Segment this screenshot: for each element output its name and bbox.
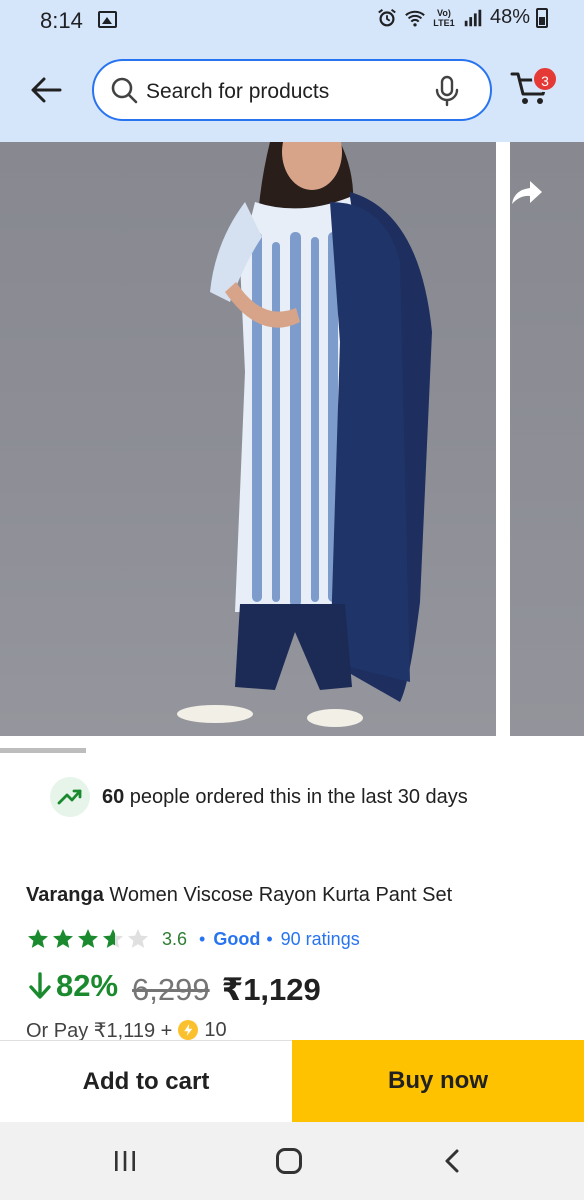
original-price: 6,299 bbox=[132, 972, 210, 1007]
search-icon bbox=[111, 77, 138, 104]
orders-text: 60 people ordered this in the last 30 da… bbox=[102, 786, 468, 809]
cart-count-badge: 3 bbox=[532, 66, 558, 92]
battery-percentage: 48% bbox=[489, 6, 530, 28]
discount-percentage: 82% bbox=[28, 968, 118, 1004]
star-icon bbox=[128, 929, 148, 948]
recent-apps-icon[interactable] bbox=[112, 1149, 138, 1173]
selling-price: ₹1,129 bbox=[221, 972, 321, 1007]
status-indicators: Vo) LTE1 48% bbox=[376, 6, 548, 29]
rating-separator: • bbox=[266, 928, 273, 949]
orders-count: 60 bbox=[102, 785, 125, 808]
buy-now-button[interactable]: Buy now bbox=[292, 1040, 584, 1122]
star-icon bbox=[53, 929, 73, 948]
system-navigation-bar bbox=[0, 1122, 584, 1200]
orders-info: 60 people ordered this in the last 30 da… bbox=[50, 777, 468, 817]
lte-indicator: Vo) LTE1 bbox=[433, 7, 455, 28]
supercoin-icon bbox=[178, 1020, 199, 1040]
trending-up-icon bbox=[50, 777, 90, 817]
product-image-carousel[interactable] bbox=[0, 142, 584, 736]
status-bar: 8:14 Vo) LTE1 48% bbox=[0, 0, 584, 40]
ratings-count[interactable]: 90 ratings bbox=[281, 929, 360, 950]
alarm-icon bbox=[378, 8, 396, 26]
rating-label: Good bbox=[213, 928, 261, 949]
home-icon[interactable] bbox=[276, 1148, 302, 1174]
signal-icon bbox=[464, 9, 482, 26]
rating-value: 3.6 bbox=[162, 928, 188, 949]
next-product-image[interactable] bbox=[510, 142, 584, 736]
star-icon bbox=[78, 929, 98, 948]
rating-row[interactable]: 3.6 • Good • 90 ratings bbox=[26, 926, 360, 952]
back-arrow-icon[interactable] bbox=[26, 70, 66, 110]
search-input[interactable]: Search for products bbox=[92, 59, 492, 121]
coin-count: 10 bbox=[204, 1018, 227, 1041]
search-placeholder: Search for products bbox=[146, 80, 330, 103]
pay-with-coins: Or Pay ₹1,119 + 10 bbox=[26, 1018, 227, 1042]
discount-value: 82% bbox=[56, 968, 119, 1003]
battery-icon bbox=[536, 7, 548, 28]
model-illustration bbox=[177, 142, 432, 727]
rating-stars bbox=[26, 927, 150, 951]
share-icon[interactable] bbox=[506, 172, 546, 212]
price-row: 82% 6,299 ₹1,129 bbox=[28, 968, 321, 1010]
product-title: Varanga Women Viscose Rayon Kurta Pant S… bbox=[26, 884, 452, 907]
star-icon bbox=[103, 929, 123, 948]
product-image[interactable] bbox=[0, 142, 496, 736]
header-bar: Search for products 3 bbox=[0, 40, 584, 142]
product-brand: Varanga bbox=[26, 884, 104, 906]
action-bar: Add to cart Buy now bbox=[0, 1040, 584, 1122]
microphone-icon[interactable] bbox=[434, 75, 460, 107]
add-to-cart-button[interactable]: Add to cart bbox=[0, 1040, 292, 1122]
orders-description: people ordered this in the last 30 days bbox=[124, 785, 468, 808]
image-pager-indicator bbox=[0, 748, 86, 753]
system-back-icon[interactable] bbox=[440, 1148, 466, 1174]
down-arrow-icon bbox=[29, 972, 51, 999]
star-icon bbox=[28, 929, 48, 948]
wifi-icon bbox=[405, 10, 425, 27]
rating-separator: • bbox=[199, 928, 206, 949]
gallery-notification-icon bbox=[98, 11, 117, 28]
pay-prefix: Or Pay ₹1,119 + bbox=[26, 1019, 173, 1042]
status-time: 8:14 bbox=[40, 8, 83, 33]
product-name: Women Viscose Rayon Kurta Pant Set bbox=[103, 884, 453, 906]
